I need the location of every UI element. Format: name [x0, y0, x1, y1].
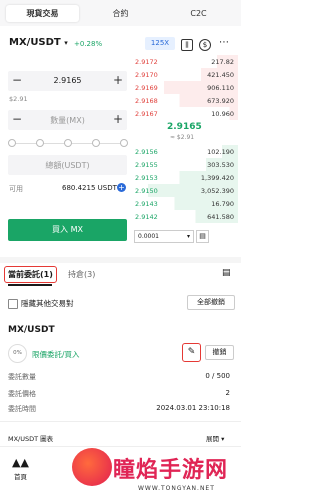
order-time-value: 2024.03.01 23:10:18 [156, 404, 230, 412]
tab-current-orders[interactable]: 當前委託(1) [4, 266, 57, 283]
depth-select[interactable]: 0.0001 ▾ [134, 230, 194, 243]
nav-home-label[interactable]: 首頁 [14, 471, 27, 481]
tab-futures[interactable]: 合約 [84, 5, 157, 22]
order-pair: MX/USDT [8, 325, 55, 335]
chart-icon[interactable]: ⫼ [181, 39, 193, 51]
ask-row[interactable]: 2.9170 421.450 [132, 68, 238, 81]
mid-usd: ≈ $2.91 [170, 134, 195, 141]
bid-row[interactable]: 2.9153 1,399.420 [132, 171, 238, 184]
order-time-label: 委託時間 [8, 405, 36, 413]
watermark-text: 瞳焰手游网 [113, 458, 229, 483]
currency-icon[interactable]: $ [199, 39, 211, 51]
leverage-badge[interactable]: 125X [145, 37, 175, 50]
ask-row[interactable]: 2.9167 10.960 [132, 107, 238, 120]
bid-row[interactable]: 2.9155 303.530 [132, 158, 238, 171]
price-stepper[interactable]: − 2.9165 + [8, 71, 127, 91]
expand-button[interactable]: 展開 ▾ [206, 433, 224, 443]
ask-row[interactable]: 2.9169 906.110 [132, 81, 238, 94]
fill-progress: 0% [8, 344, 27, 363]
total-field[interactable]: 總額(USDT) [8, 155, 127, 175]
ask-row[interactable]: 2.9172 217.82 [132, 55, 238, 68]
tab-spot[interactable]: 現貨交易 [6, 5, 79, 22]
slider-mark[interactable] [120, 139, 128, 147]
price-usd: $2.91 [9, 95, 28, 103]
hide-other-label: 隱藏其他交易對 [21, 299, 74, 308]
price-change: +0.28% [74, 40, 103, 48]
pair-selector[interactable]: MX/USDT ▾ [9, 37, 68, 48]
order-type: 限價委託/買入 [32, 350, 80, 359]
divider [0, 257, 241, 263]
cancel-order-button[interactable]: 撤銷 [205, 345, 234, 360]
divider [0, 446, 241, 447]
chart-label: MX/USDT 圖表 [8, 435, 54, 443]
buy-button[interactable]: 買入 MX [8, 219, 127, 241]
slider-mark[interactable] [36, 139, 44, 147]
bid-row[interactable]: 2.9143 16.790 [132, 197, 238, 210]
bid-row[interactable]: 2.9142 641.580 [132, 210, 238, 223]
available-value: 680.4215 USDT [62, 184, 117, 192]
tab-indicator [8, 284, 52, 286]
watermark-url: WWW.TONGYAN.NET [138, 485, 215, 492]
amount-label: 委託數量 [8, 373, 36, 381]
plus-icon[interactable]: + [113, 112, 123, 126]
plus-icon[interactable]: + [113, 73, 123, 87]
more-icon[interactable]: ⋯ [219, 37, 229, 48]
tab-c2c[interactable]: C2C [162, 5, 235, 22]
bid-row[interactable]: 2.9156 102.190 [132, 145, 238, 158]
amount-value: 0 / 500 [205, 372, 230, 380]
mid-price: 2.9165 [167, 122, 202, 132]
order-price-label: 委託價格 [8, 390, 36, 398]
slider-mark[interactable] [64, 139, 72, 147]
ask-row[interactable]: 2.9168 673.920 [132, 94, 238, 107]
market-tabs: 現貨交易 合約 C2C [0, 0, 241, 26]
quantity-stepper[interactable]: − 數量(MX) + [8, 110, 127, 130]
slider-handle[interactable] [8, 139, 16, 147]
tab-positions[interactable]: 持倉(3) [68, 269, 95, 280]
divider [0, 421, 241, 422]
home-icon[interactable]: ▲▲ [12, 456, 29, 469]
order-history-icon[interactable]: ▤ [222, 268, 231, 278]
available-label: 可用 [9, 185, 23, 193]
hide-other-checkbox[interactable] [8, 299, 18, 309]
order-price-value: 2 [225, 389, 230, 397]
watermark-logo [72, 448, 112, 486]
slider-mark[interactable] [92, 139, 100, 147]
add-icon[interactable]: + [117, 183, 126, 192]
cancel-all-button[interactable]: 全部撤銷 [187, 295, 235, 310]
bid-row[interactable]: 2.9150 3,052.390 [132, 184, 238, 197]
edit-icon[interactable]: ✎ [182, 343, 201, 362]
depth-view-icon[interactable]: ▤ [196, 230, 209, 243]
